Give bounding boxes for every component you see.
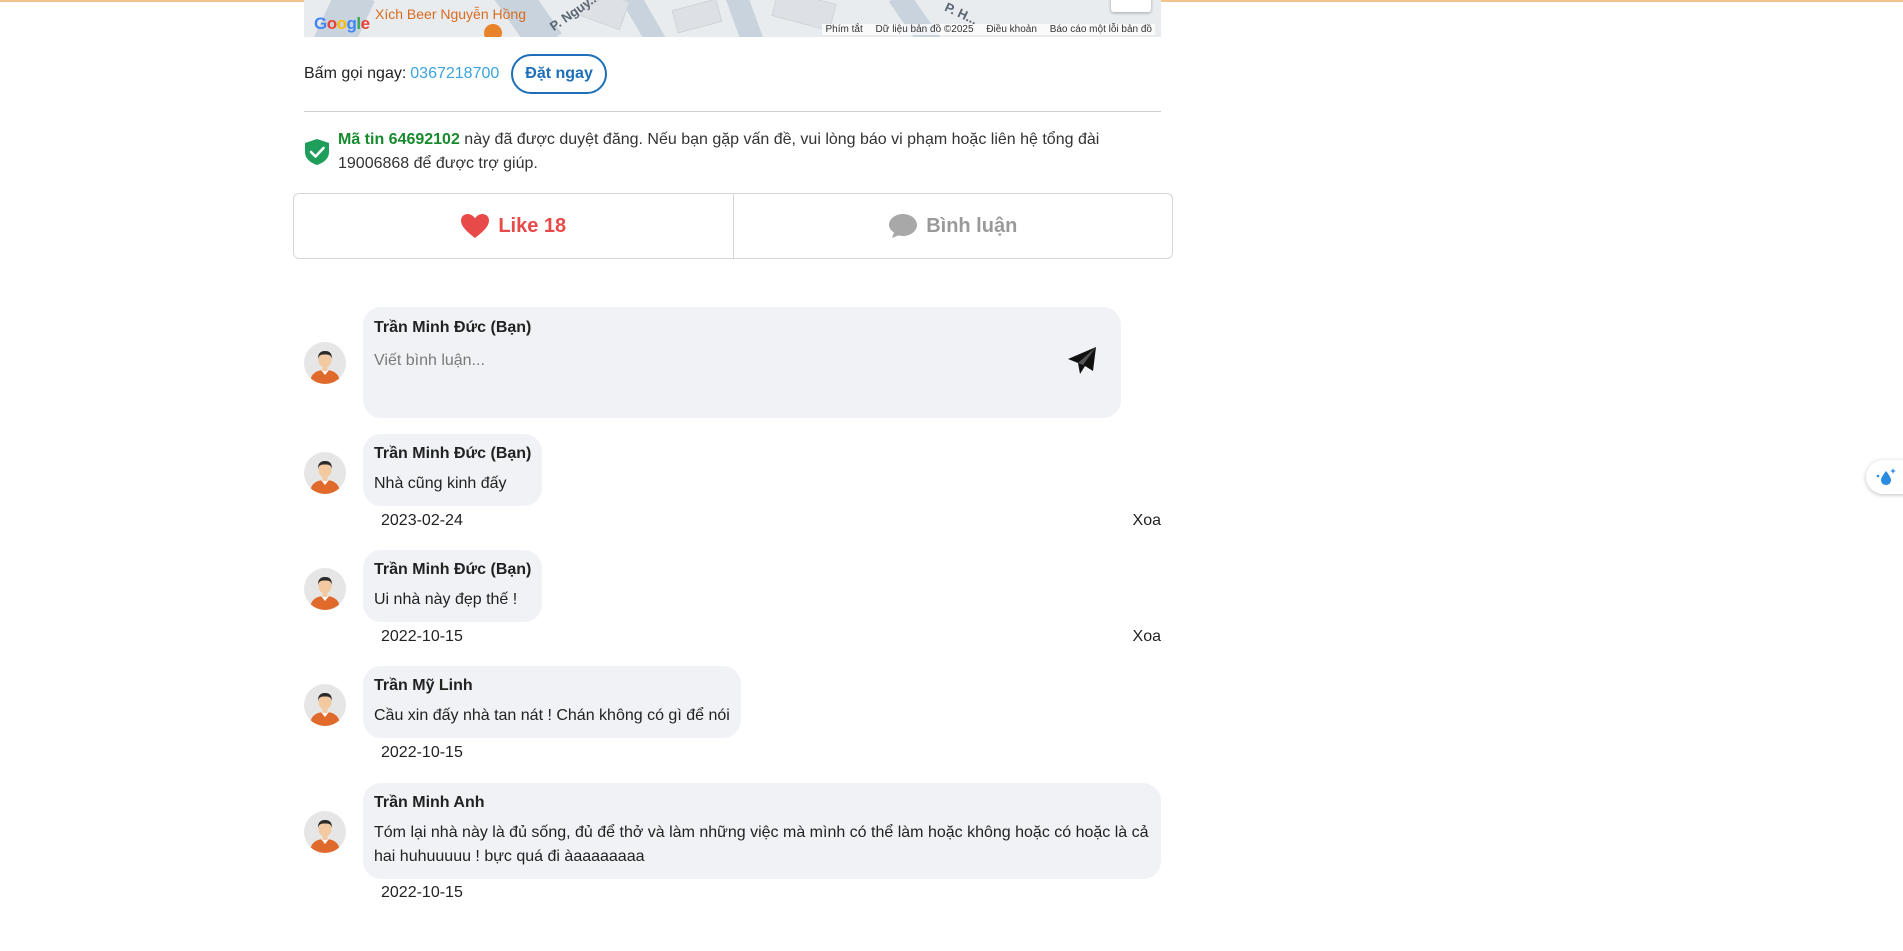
comment-text: Nhà cũng kinh đấy bbox=[374, 475, 507, 492]
notice-text: Mã tin 64692102 này đã được duyệt đăng. … bbox=[338, 128, 1161, 176]
comment-author: Trần Minh Anh bbox=[374, 794, 485, 811]
send-icon bbox=[1068, 347, 1096, 374]
map-road bbox=[724, 0, 766, 37]
like-label: Like 18 bbox=[498, 214, 567, 237]
composer-user-name: Trần Minh Đức (Bạn) bbox=[374, 319, 532, 336]
map-attribution: Phím tắt Dữ liệu bản đồ ©2025 Điều khoản… bbox=[822, 24, 1155, 35]
shield-check-icon bbox=[305, 139, 329, 165]
comment-text: Tóm lại nhà này là đủ sống, đủ để thở và… bbox=[374, 824, 1149, 865]
comment-bubble: Trần Mỹ Linh Cầu xin đấy nhà tan nát ! C… bbox=[363, 666, 741, 738]
send-button[interactable] bbox=[1065, 345, 1099, 379]
map-block bbox=[671, 0, 723, 34]
user-avatar-icon bbox=[310, 461, 340, 494]
comment-author: Trần Mỹ Linh bbox=[374, 677, 473, 694]
heart-icon bbox=[461, 214, 490, 238]
floating-sparkle-button[interactable] bbox=[1866, 460, 1903, 494]
action-bar: Like 18 Bình luận bbox=[293, 193, 1173, 259]
comment-composer: Trần Minh Đức (Bạn) bbox=[363, 307, 1121, 418]
google-logo: Google bbox=[314, 14, 370, 33]
approval-notice: Mã tin 64692102 này đã được duyệt đăng. … bbox=[304, 128, 1161, 176]
delete-comment-button[interactable]: Xoa bbox=[1133, 512, 1161, 530]
avatar bbox=[304, 684, 346, 726]
user-avatar-icon bbox=[310, 577, 340, 610]
comment-icon bbox=[889, 214, 918, 238]
map-shortcuts-link[interactable]: Phím tắt bbox=[825, 24, 862, 35]
comment-author: Trần Minh Đức (Bạn) bbox=[374, 445, 532, 462]
delete-comment-button[interactable]: Xoa bbox=[1133, 628, 1161, 646]
avatar bbox=[304, 811, 346, 853]
contact-row: Bấm gọi ngay: 0367218700 Đặt ngay bbox=[304, 54, 607, 94]
comment-button[interactable]: Bình luận bbox=[732, 194, 1173, 258]
sparkle-droplet-icon bbox=[1876, 468, 1896, 485]
like-button[interactable]: Like 18 bbox=[294, 194, 733, 258]
comment-text: Ui nhà này đẹp thế ! bbox=[374, 591, 518, 608]
comment-author: Trần Minh Đức (Bạn) bbox=[374, 561, 532, 578]
comment-bubble: Trần Minh Đức (Bạn) Ui nhà này đẹp thế ! bbox=[363, 550, 543, 622]
divider bbox=[304, 111, 1161, 112]
listing-code: Mã tin 64692102 bbox=[338, 131, 460, 148]
comment-bubble: Trần Minh Đức (Bạn) Nhà cũng kinh đấy bbox=[363, 434, 543, 506]
book-now-button[interactable]: Đặt ngay bbox=[511, 54, 607, 94]
comment-bubble: Trần Minh Anh Tóm lại nhà này là đủ sống… bbox=[363, 783, 1161, 879]
map-report-link[interactable]: Báo cáo một lỗi bản đồ bbox=[1050, 24, 1152, 35]
avatar bbox=[304, 342, 346, 384]
map-data-credit: Dữ liệu bản đồ ©2025 bbox=[875, 24, 974, 35]
map-terms-link[interactable]: Điều khoản bbox=[986, 24, 1037, 35]
map-poi-icon[interactable] bbox=[484, 24, 502, 37]
comment-input[interactable] bbox=[374, 352, 1054, 370]
map-embed[interactable]: Google Xích Beer Nguyễn Hồng P. Nguy... … bbox=[304, 0, 1161, 37]
user-avatar-icon bbox=[310, 820, 340, 853]
call-label: Bấm gọi ngay: bbox=[304, 65, 407, 82]
comment-date: 2022-10-15 bbox=[381, 628, 463, 645]
comment-text: Cầu xin đấy nhà tan nát ! Chán không có … bbox=[374, 707, 730, 724]
comment-date: 2022-10-15 bbox=[381, 884, 463, 901]
comment-date: 2022-10-15 bbox=[381, 744, 463, 761]
user-avatar-icon bbox=[310, 351, 340, 384]
comment-date: 2023-02-24 bbox=[381, 512, 463, 529]
map-pegman-control[interactable] bbox=[1111, 0, 1151, 12]
avatar bbox=[304, 452, 346, 494]
comment-label: Bình luận bbox=[926, 214, 1018, 237]
avatar bbox=[304, 568, 346, 610]
phone-link[interactable]: 0367218700 bbox=[410, 65, 499, 83]
map-poi-label[interactable]: Xích Beer Nguyễn Hồng bbox=[375, 6, 526, 22]
user-avatar-icon bbox=[310, 693, 340, 726]
